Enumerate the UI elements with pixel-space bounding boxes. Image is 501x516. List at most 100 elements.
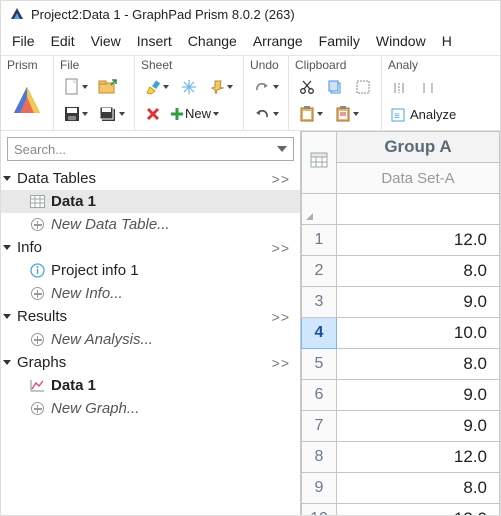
toolgroup-prism: Prism — [1, 56, 54, 130]
menu-family[interactable]: Family — [312, 31, 367, 51]
toolgroup-clipboard: Clipboard — [289, 56, 382, 130]
cut-button[interactable] — [295, 75, 319, 99]
freeze-button[interactable] — [177, 75, 201, 99]
tree-item-new-graph[interactable]: New Graph... — [1, 397, 300, 420]
section-graphs[interactable]: Graphs >> — [1, 351, 300, 374]
chevron-down-icon — [277, 144, 287, 154]
menu-view[interactable]: View — [84, 31, 128, 51]
app-icon — [9, 6, 25, 22]
row-header[interactable]: 3 — [302, 287, 337, 318]
section-data-tables[interactable]: Data Tables >> — [1, 167, 300, 190]
menu-insert[interactable]: Insert — [130, 31, 179, 51]
highlight-button[interactable] — [141, 75, 173, 99]
plus-icon — [29, 332, 45, 348]
row-header[interactable]: 10 — [302, 504, 337, 516]
expander-icon[interactable]: >> — [272, 171, 290, 187]
plus-icon — [29, 286, 45, 302]
prism-logo-button[interactable] — [7, 75, 47, 125]
toolgroup-prism-label: Prism — [7, 58, 47, 74]
expander-icon[interactable]: >> — [272, 240, 290, 256]
tree-item-new-analysis[interactable]: New Analysis... — [1, 328, 300, 351]
toolgroup-sheet: Sheet New — [135, 56, 244, 130]
menu-window[interactable]: Window — [369, 31, 433, 51]
data-cell[interactable]: 8.0 — [337, 349, 500, 380]
undo-button[interactable] — [250, 102, 282, 126]
analysis-opt1-button[interactable] — [388, 76, 412, 100]
menu-edit[interactable]: Edit — [44, 31, 82, 51]
column-sub-header[interactable]: Data Set-A — [337, 163, 500, 194]
plus-icon — [29, 401, 45, 417]
section-info[interactable]: Info >> — [1, 236, 300, 259]
menubar: File Edit View Insert Change Arrange Fam… — [1, 27, 500, 55]
menu-arrange[interactable]: Arrange — [246, 31, 310, 51]
row-header[interactable]: 4 — [302, 318, 337, 349]
analysis-opt2-button[interactable] — [416, 76, 440, 100]
row-header[interactable]: 7 — [302, 411, 337, 442]
toolgroup-undo: Undo — [244, 56, 289, 130]
data-cell[interactable]: 8.0 — [337, 473, 500, 504]
data-cell[interactable]: 12.0 — [337, 442, 500, 473]
new-sheet-label: New — [185, 106, 211, 121]
tree-item-data1[interactable]: Data 1 — [1, 190, 300, 213]
save-all-button[interactable] — [96, 102, 128, 126]
search-placeholder: Search... — [14, 142, 66, 157]
chevron-down-icon — [3, 314, 11, 319]
copy-button[interactable] — [323, 75, 347, 99]
data-cell[interactable]: 13.0 — [337, 504, 500, 516]
toolgroup-clipboard-label: Clipboard — [295, 58, 375, 74]
data-cell[interactable]: 9.0 — [337, 411, 500, 442]
blank-cell[interactable] — [337, 194, 500, 225]
titlebar: Project2:Data 1 - GraphPad Prism 8.0.2 (… — [1, 1, 500, 27]
paste-button[interactable] — [295, 102, 327, 126]
sidebar: Search... Data Tables >> Data 1 New Data… — [1, 131, 301, 515]
tree-item-new-info[interactable]: New Info... — [1, 282, 300, 305]
redo-button[interactable] — [250, 75, 282, 99]
delete-sheet-button[interactable] — [141, 102, 165, 126]
search-input[interactable]: Search... — [7, 137, 294, 161]
data-cell[interactable]: 9.0 — [337, 380, 500, 411]
menu-help[interactable]: H — [435, 31, 459, 51]
save-button[interactable] — [60, 102, 92, 126]
main: Search... Data Tables >> Data 1 New Data… — [1, 131, 500, 515]
tree-item-graph-data1[interactable]: Data 1 — [1, 374, 300, 397]
toolgroup-file: File — [54, 56, 135, 130]
section-results[interactable]: Results >> — [1, 305, 300, 328]
open-file-button[interactable] — [96, 75, 120, 99]
data-cell[interactable]: 9.0 — [337, 287, 500, 318]
row-header-gutter[interactable] — [302, 194, 337, 225]
chevron-down-icon — [3, 245, 11, 250]
menu-change[interactable]: Change — [181, 31, 244, 51]
analyze-button[interactable]: ≡ Analyze — [388, 105, 458, 125]
pin-button[interactable] — [205, 75, 237, 99]
analyze-label: Analyze — [410, 107, 456, 122]
table-icon — [310, 151, 328, 169]
new-file-button[interactable] — [60, 75, 92, 99]
row-header[interactable]: 5 — [302, 349, 337, 380]
select-button[interactable] — [351, 75, 375, 99]
table-icon — [29, 194, 45, 210]
chevron-down-icon — [3, 176, 11, 181]
row-header[interactable]: 9 — [302, 473, 337, 504]
data-cell[interactable]: 8.0 — [337, 256, 500, 287]
toolbar: Prism File — [1, 55, 500, 131]
tree-item-new-data-table[interactable]: New Data Table... — [1, 213, 300, 236]
menu-file[interactable]: File — [5, 31, 42, 51]
row-header[interactable]: 8 — [302, 442, 337, 473]
data-cell[interactable]: 10.0 — [337, 318, 500, 349]
paste-special-button[interactable] — [331, 102, 363, 126]
row-header[interactable]: 1 — [302, 225, 337, 256]
new-sheet-button[interactable]: New — [169, 106, 219, 122]
tree-item-project-info[interactable]: Project info 1 — [1, 259, 300, 282]
row-header[interactable]: 2 — [302, 256, 337, 287]
table-options-button[interactable] — [302, 132, 337, 194]
expander-icon[interactable]: >> — [272, 355, 290, 371]
data-cell[interactable]: 12.0 — [337, 225, 500, 256]
toolgroup-analysis: Analy ≡ Analyze — [382, 56, 464, 130]
info-icon — [29, 263, 45, 279]
navigator-tree: Data Tables >> Data 1 New Data Table... … — [1, 167, 300, 515]
svg-text:≡: ≡ — [394, 111, 400, 122]
row-header[interactable]: 6 — [302, 380, 337, 411]
expander-icon[interactable]: >> — [272, 309, 290, 325]
column-group-header[interactable]: Group A — [337, 132, 500, 163]
data-grid[interactable]: Group A Data Set-A 112.028.039.0410.058.… — [301, 131, 500, 515]
